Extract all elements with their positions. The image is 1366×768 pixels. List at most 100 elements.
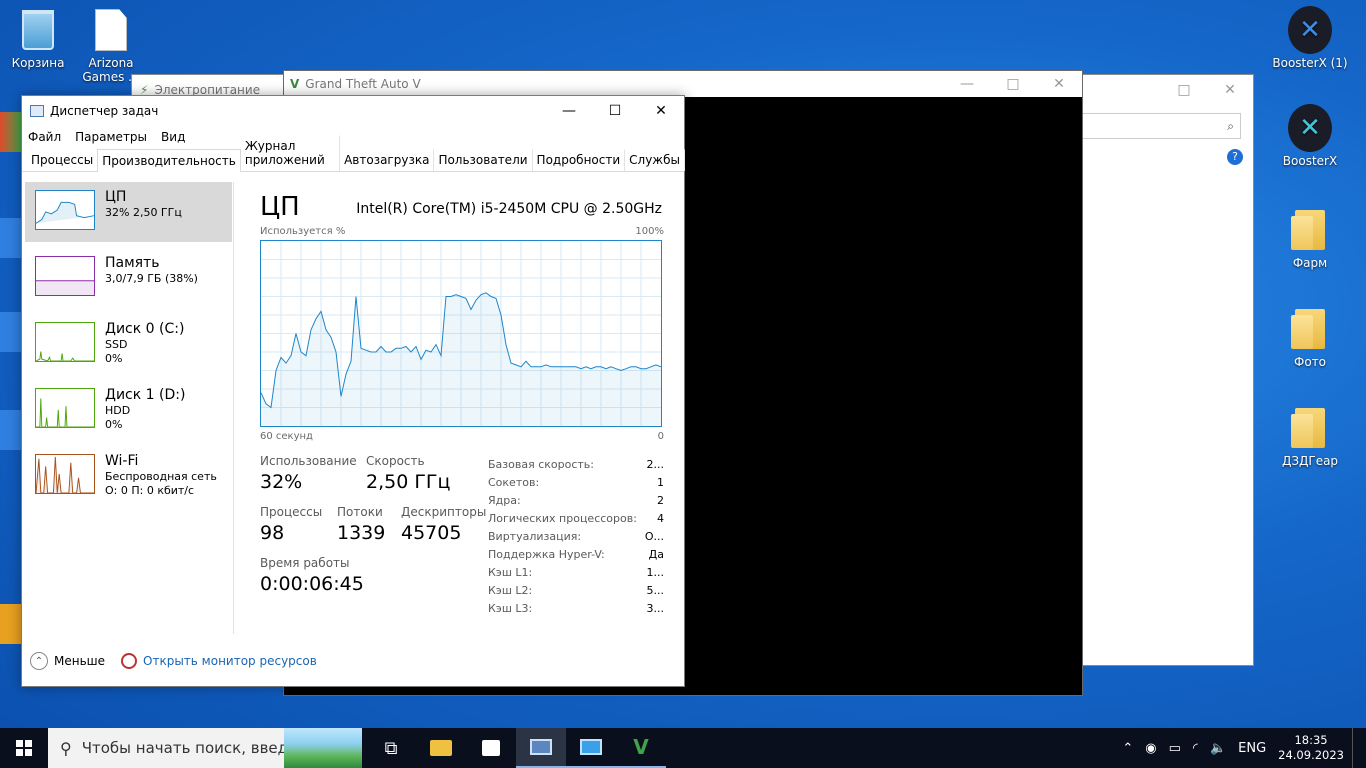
folder-icon xyxy=(1288,208,1332,252)
recycle-bin-shortcut[interactable]: Корзина xyxy=(0,8,76,70)
close-button[interactable]: ✕ xyxy=(1036,69,1082,99)
sidebar-item-disk0[interactable]: Диск 0 (C:) SSD 0% xyxy=(25,314,232,374)
sidebar-item-label: ЦП xyxy=(105,189,127,205)
close-button[interactable]: ✕ xyxy=(638,96,684,126)
sidebar-item-sub: 3,0/7,9 ГБ (38%) xyxy=(105,272,198,285)
detail-row: Виртуализация: О... xyxy=(488,530,664,543)
close-button[interactable]: ✕ xyxy=(1207,75,1253,105)
clock-time: 18:35 xyxy=(1294,733,1328,747)
window-title: Диспетчер задач xyxy=(50,104,159,118)
graph-x-label: 60 секунд xyxy=(260,431,313,442)
sidebar-item-wifi[interactable]: Wi-Fi Беспроводная сеть О: 0 П: 0 кбит/с xyxy=(25,446,232,506)
stat-value: 98 xyxy=(260,522,285,544)
farm-folder[interactable]: Фарм xyxy=(1272,208,1348,270)
task-manager-footer: ⌃ Меньше Открыть монитор ресурсов xyxy=(30,652,317,670)
menu-view[interactable]: Вид xyxy=(161,130,185,144)
maximize-button[interactable]: ☐ xyxy=(592,96,638,126)
language-indicator[interactable]: ENG xyxy=(1238,741,1266,756)
cpu-usage-graph xyxy=(260,240,662,427)
task-view-icon[interactable]: ⧉ xyxy=(366,728,416,768)
tab-performance[interactable]: Производительность xyxy=(97,149,241,172)
minimize-button[interactable]: — xyxy=(546,96,592,126)
sidebar-item-disk1[interactable]: Диск 1 (D:) HDD 0% xyxy=(25,380,232,440)
background-window-explorer[interactable]: □ ✕ ⌕ ? xyxy=(1082,74,1254,666)
menu-options[interactable]: Параметры xyxy=(75,130,147,144)
arizona-games-shortcut[interactable]: Arizona Games ... xyxy=(73,8,149,84)
clock[interactable]: 18:35 24.09.2023 xyxy=(1278,733,1344,763)
cpu-details-list: Базовая скорость: 2... Сокетов: 1 Ядра: 2 Л… xyxy=(488,456,664,618)
store-icon[interactable] xyxy=(466,728,516,768)
wifi-sparkline xyxy=(35,454,95,494)
boosterx-1-shortcut[interactable]: ✕ BoosterX (1) xyxy=(1272,6,1348,70)
stat-label: Дескрипторы xyxy=(401,505,487,519)
help-icon[interactable]: ? xyxy=(1227,149,1243,165)
partial-desktop-icon[interactable] xyxy=(0,410,22,450)
partial-desktop-icon[interactable] xyxy=(0,112,22,152)
search-placeholder: Чтобы начать поиск, введите xyxy=(81,739,316,757)
detail-row: Ядра: 2 xyxy=(488,494,664,507)
tab-services[interactable]: Службы xyxy=(624,149,685,171)
partial-desktop-icon[interactable] xyxy=(0,604,22,644)
open-resource-monitor-link[interactable]: Открыть монитор ресурсов xyxy=(143,654,317,668)
menu-file[interactable]: Файл xyxy=(28,130,61,144)
sidebar-item-memory[interactable]: Память 3,0/7,9 ГБ (38%) xyxy=(25,248,232,308)
shortcut-file-icon xyxy=(89,8,133,52)
folder-icon xyxy=(1288,307,1332,351)
show-desktop-button[interactable] xyxy=(1352,728,1366,768)
graph-max-label: 100% xyxy=(635,226,664,237)
gta-icon[interactable]: V xyxy=(616,728,666,768)
webcam-icon[interactable]: ◉ xyxy=(1145,741,1156,756)
start-button[interactable] xyxy=(0,728,48,768)
taskbar: ⚲ Чтобы начать поиск, введите ⧉ V ⌃ ◉ ▭ … xyxy=(0,728,1366,768)
system-tray: ⌃ ◉ ▭ ◜ 🔈 ENG 18:35 24.09.2023 xyxy=(1116,728,1366,768)
tab-users[interactable]: Пользователи xyxy=(433,149,533,171)
task-manager-icon xyxy=(30,105,44,117)
control-panel-icon[interactable] xyxy=(566,728,616,768)
chevron-up-icon[interactable]: ⌃ xyxy=(30,652,48,670)
partial-desktop-icon[interactable] xyxy=(0,218,22,258)
gta-icon: V xyxy=(290,77,300,91)
task-manager-icon[interactable] xyxy=(516,728,566,768)
stat-label: Скорость xyxy=(366,454,425,468)
sidebar-item-label: Диск 1 (D:) xyxy=(105,387,186,403)
photo-folder[interactable]: Фото xyxy=(1272,307,1348,369)
stat-label: Использование xyxy=(260,454,357,468)
chevron-up-icon[interactable]: ⌃ xyxy=(1122,741,1133,756)
tab-processes[interactable]: Процессы xyxy=(26,149,99,171)
wifi-icon[interactable]: ◜ xyxy=(1193,741,1198,756)
tab-startup[interactable]: Автозагрузка xyxy=(339,149,435,171)
stat-value: 45705 xyxy=(401,522,462,544)
graph-min-label: 0 xyxy=(657,431,664,442)
partial-desktop-icon[interactable] xyxy=(0,312,22,352)
tab-app-history[interactable]: Журнал приложений xyxy=(240,135,341,171)
detail-row: Сокетов: 1 xyxy=(488,476,664,489)
search-icon: ⌕ xyxy=(1227,118,1234,133)
sidebar-item-cpu[interactable]: ЦП 32% 2,50 ГГц xyxy=(25,182,232,242)
detail-row: Логических процессоров: 4 xyxy=(488,512,664,525)
minimize-button[interactable]: — xyxy=(944,69,990,99)
file-explorer-icon[interactable] xyxy=(416,728,466,768)
stat-label: Время работы xyxy=(260,556,350,570)
desktop-icon-label: Фото xyxy=(1293,355,1326,369)
battery-icon[interactable]: ▭ xyxy=(1169,741,1181,756)
windows-logo-icon xyxy=(16,740,32,756)
boosterx-shortcut[interactable]: ✕ BoosterX xyxy=(1272,104,1348,168)
fewer-details-button[interactable]: Меньше xyxy=(54,654,105,668)
stat-label: Потоки xyxy=(337,505,383,519)
desktop-icon-label: Фарм xyxy=(1292,256,1328,270)
detail-row: Кэш L1: 1... xyxy=(488,566,664,579)
stat-value: 0:00:06:45 xyxy=(260,573,364,595)
detail-row: Базовая скорость: 2... xyxy=(488,458,664,471)
taskbar-search-box[interactable]: ⚲ Чтобы начать поиск, введите xyxy=(48,728,362,768)
search-box[interactable]: ⌕ xyxy=(1083,113,1241,139)
dzdgear-folder[interactable]: ДЗДГеар xyxy=(1272,406,1348,468)
clock-date: 24.09.2023 xyxy=(1278,748,1344,762)
desktop-icon-label: ДЗДГеар xyxy=(1281,454,1339,468)
volume-icon[interactable]: 🔈 xyxy=(1210,741,1226,756)
maximize-button[interactable]: □ xyxy=(990,69,1036,99)
tab-details[interactable]: Подробности xyxy=(532,149,626,171)
boosterx-icon: ✕ xyxy=(1288,6,1332,54)
task-manager-window[interactable]: Диспетчер задач — ☐ ✕ Файл Параметры Вид… xyxy=(21,95,685,687)
maximize-button[interactable]: □ xyxy=(1161,75,1207,105)
sidebar-item-sub: О: 0 П: 0 кбит/с xyxy=(105,484,195,497)
